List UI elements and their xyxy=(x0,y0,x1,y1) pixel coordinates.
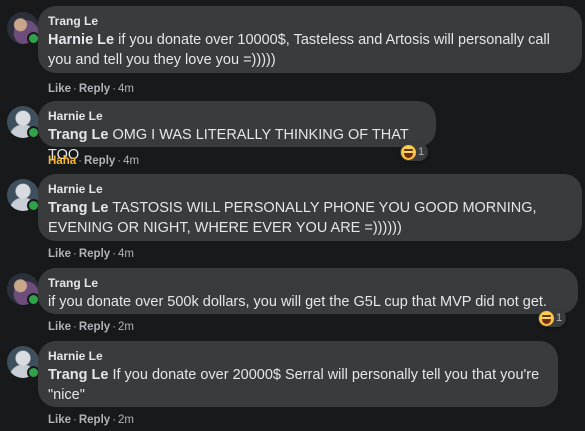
timestamp[interactable]: 2m xyxy=(118,414,134,426)
avatar[interactable] xyxy=(7,273,40,306)
comment-author[interactable]: Harnie Le xyxy=(48,349,546,363)
timestamp[interactable]: 4m xyxy=(123,155,139,167)
comment-bubble: Harnie Le Trang Le OMG I WAS LITERALLY T… xyxy=(38,101,436,163)
comment-actions: Haha · Reply · 4m xyxy=(48,155,140,167)
mention-link[interactable]: Trang Le xyxy=(48,200,108,216)
mention-link[interactable]: Trang Le xyxy=(48,127,108,143)
comment-thread: Trang Le Harnie Le if you donate over 10… xyxy=(0,0,585,431)
comment-text: Trang Le If you donate over 20000$ Serra… xyxy=(48,367,540,403)
reaction-count: 1 xyxy=(418,146,425,158)
comment-text: Trang Le TASTOSIS WILL PERSONALLY PHONE … xyxy=(48,200,537,236)
reply-button[interactable]: Reply xyxy=(79,248,110,260)
mention-link[interactable]: Trang Le xyxy=(48,367,108,383)
reply-button[interactable]: Reply xyxy=(79,83,110,95)
comment-bubble: Harnie Le Trang Le TASTOSIS WILL PERSONA… xyxy=(38,174,582,241)
comment-author[interactable]: Harnie Le xyxy=(48,182,570,196)
haha-emoji-icon xyxy=(539,310,554,326)
reply-button[interactable]: Reply xyxy=(79,414,110,426)
comment-actions: Like · Reply · 2m xyxy=(48,414,135,426)
timestamp[interactable]: 4m xyxy=(118,83,134,95)
haha-emoji-icon xyxy=(401,144,416,160)
haha-button[interactable]: Haha xyxy=(48,155,76,167)
comment-bubble: Trang Le Harnie Le if you donate over 10… xyxy=(38,6,582,73)
avatar[interactable] xyxy=(7,179,40,212)
reply-button[interactable]: Reply xyxy=(84,155,115,167)
like-button[interactable]: Like xyxy=(48,83,71,95)
comment-author[interactable]: Trang Le xyxy=(48,14,570,28)
comment-actions: Like · Reply · 4m xyxy=(48,248,135,260)
comment-actions: Like · Reply · 2m xyxy=(48,321,135,333)
reaction-summary[interactable]: 1 xyxy=(400,143,429,161)
reaction-summary[interactable]: 1 xyxy=(538,309,567,327)
like-button[interactable]: Like xyxy=(48,321,71,333)
reply-button[interactable]: Reply xyxy=(79,321,110,333)
comment-actions: Like · Reply · 4m xyxy=(48,83,135,95)
comment-bubble: Trang Le if you donate over 500k dollars… xyxy=(38,268,578,314)
timestamp[interactable]: 2m xyxy=(118,321,134,333)
mention-link[interactable]: Harnie Le xyxy=(48,32,114,48)
comment-author[interactable]: Harnie Le xyxy=(48,109,424,123)
avatar[interactable] xyxy=(7,346,40,379)
comment-bubble: Harnie Le Trang Le If you donate over 20… xyxy=(38,341,558,407)
avatar[interactable] xyxy=(7,106,40,139)
comment-text: if you donate over 500k dollars, you wil… xyxy=(48,294,547,310)
comment-text: Harnie Le if you donate over 10000$, Tas… xyxy=(48,32,550,68)
timestamp[interactable]: 4m xyxy=(118,248,134,260)
avatar[interactable] xyxy=(7,12,40,45)
comment-author[interactable]: Trang Le xyxy=(48,276,566,290)
reaction-count: 1 xyxy=(556,312,563,324)
like-button[interactable]: Like xyxy=(48,414,71,426)
like-button[interactable]: Like xyxy=(48,248,71,260)
